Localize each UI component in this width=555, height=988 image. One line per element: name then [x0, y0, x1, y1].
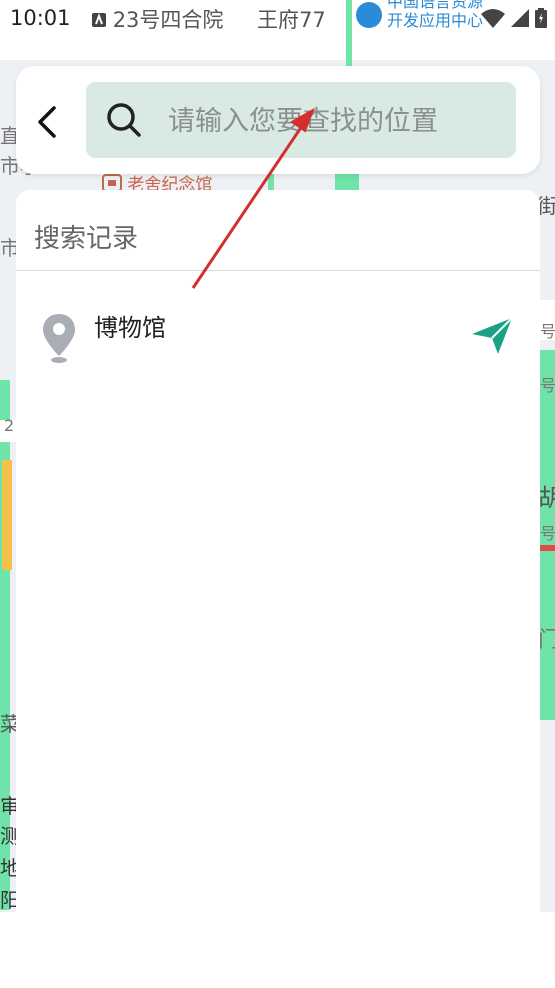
status-road-text: 王府77: [257, 8, 326, 32]
location-pin-icon: [43, 314, 75, 363]
map-edge-label: 号: [540, 524, 555, 543]
status-location-text: 23号四合院: [92, 4, 223, 34]
search-history-panel: 搜索记录 博物馆: [16, 190, 540, 912]
map-edge-label: 2: [4, 416, 15, 435]
search-input-container[interactable]: [86, 82, 516, 158]
history-item[interactable]: 博物馆: [16, 290, 540, 370]
system-icons: [481, 8, 547, 28]
back-arrow-icon[interactable]: [32, 102, 60, 142]
battery-icon: [535, 8, 547, 28]
search-bar: [16, 66, 540, 174]
map-road: [268, 172, 274, 190]
wifi-icon: [481, 9, 505, 28]
status-location-label: 23号四合院: [112, 8, 224, 32]
map-edge-label: 号: [540, 376, 555, 395]
map-edge-label: 胡: [538, 484, 555, 512]
poi-top-icon: [356, 2, 382, 28]
search-history-title: 搜索记录: [34, 224, 139, 254]
map-edge-label: 号: [540, 322, 555, 341]
status-time: 10:01: [10, 6, 71, 30]
bottom-area: [0, 912, 555, 988]
search-input[interactable]: [166, 100, 500, 142]
map-road: [335, 172, 359, 190]
map-road: [540, 545, 555, 551]
map-road: [2, 460, 12, 570]
divider: [16, 270, 540, 271]
history-item-label: 博物馆: [94, 314, 166, 342]
notification-icon: [92, 13, 106, 27]
search-icon: [107, 103, 141, 137]
signal-icon: [511, 9, 529, 27]
navigate-icon[interactable]: [470, 316, 514, 356]
status-bar: 10:01 23号四合院 王府77 中国语言资源 开发应用中心: [0, 0, 555, 40]
map-edge-label: 门: [538, 628, 555, 653]
